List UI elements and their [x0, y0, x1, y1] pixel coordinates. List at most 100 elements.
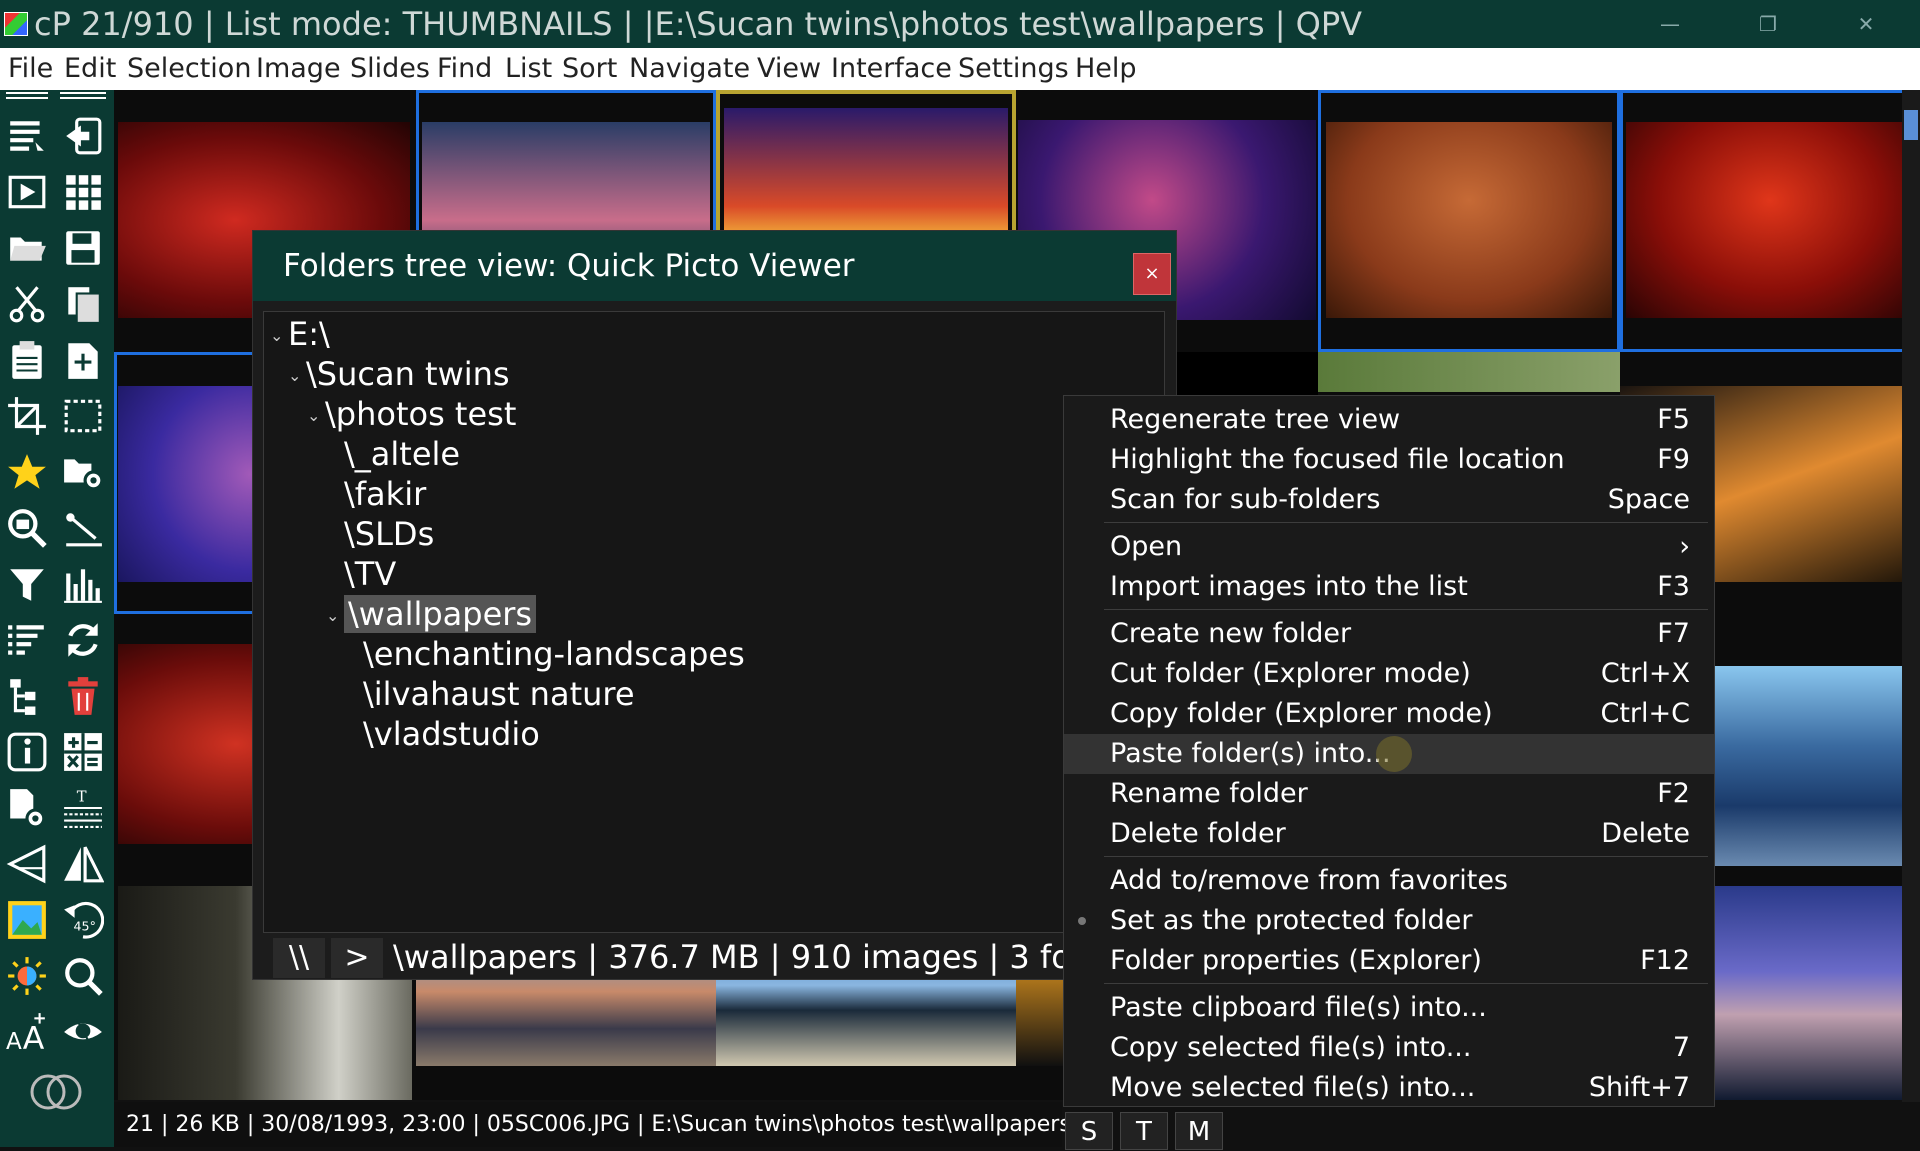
menu-selection[interactable]: Selection: [127, 48, 251, 90]
circles-icon[interactable]: [26, 1068, 86, 1116]
chevron-down-icon[interactable]: ⌄: [326, 596, 344, 636]
menu-item-folder-properties[interactable]: Folder properties (Explorer) F12: [1064, 941, 1714, 981]
new-file-icon[interactable]: [59, 336, 107, 384]
calculator-icon[interactable]: [59, 728, 107, 776]
color-image-icon[interactable]: [3, 896, 51, 944]
tree-node[interactable]: \fakir: [344, 474, 426, 514]
slideshow-icon[interactable]: [3, 168, 51, 216]
rotate-45-icon[interactable]: 45°: [59, 896, 107, 944]
histogram-icon[interactable]: [59, 560, 107, 608]
folder-settings-icon[interactable]: [59, 448, 107, 496]
chevron-down-icon[interactable]: ⌄: [288, 356, 306, 396]
chevron-down-icon[interactable]: ⌄: [270, 316, 288, 356]
crop-icon[interactable]: [3, 392, 51, 440]
dialog-header: Folders tree view: Quick Picto Viewer ×: [253, 231, 1176, 301]
menu-separator: [1104, 983, 1708, 984]
file-settings-icon[interactable]: [3, 784, 51, 832]
menu-file[interactable]: File: [8, 48, 53, 90]
menu-item-rename-folder[interactable]: Rename folder F2: [1064, 774, 1714, 814]
scrollbar-thumb[interactable]: [1904, 110, 1918, 140]
menu-item-favorites[interactable]: Add to/remove from favorites: [1064, 861, 1714, 901]
folders-tree-dialog: Folders tree view: Quick Picto Viewer × …: [252, 230, 1177, 980]
search-icon[interactable]: [59, 952, 107, 1000]
menu-item-move-selected[interactable]: Move selected file(s) into... Shift+7: [1064, 1068, 1714, 1108]
menu-separator: [1104, 522, 1708, 523]
menu-slides[interactable]: Slides: [350, 48, 430, 90]
menu-item-regenerate-tree[interactable]: Regenerate tree view F5: [1064, 400, 1714, 440]
zoom-image-icon[interactable]: [3, 504, 51, 552]
minimize-button[interactable]: —: [1630, 0, 1710, 48]
menu-help[interactable]: Help: [1075, 48, 1137, 90]
star-icon[interactable]: [3, 448, 51, 496]
selection-icon[interactable]: [59, 392, 107, 440]
tree-node[interactable]: \SLDs: [344, 514, 434, 554]
next-folder-button[interactable]: >: [331, 938, 383, 978]
menu-item-import-images[interactable]: Import images into the list F3: [1064, 567, 1714, 607]
font-size-icon[interactable]: AA: [3, 1008, 51, 1056]
title-bar: cP 21/910 | List mode: THUMBNAILS | |E:\…: [0, 0, 1920, 48]
thumbnail-cell[interactable]: [1318, 90, 1620, 352]
menu-sort[interactable]: Sort: [562, 48, 617, 90]
menu-item-highlight-focused[interactable]: Highlight the focused file location F9: [1064, 440, 1714, 480]
menu-item-delete-folder[interactable]: Delete folder Delete: [1064, 814, 1714, 854]
tree-node[interactable]: ⌄ E:\: [270, 314, 330, 354]
menu-image[interactable]: Image: [256, 48, 341, 90]
info-icon[interactable]: [3, 728, 51, 776]
tree-node[interactable]: ⌄ \photos test: [307, 394, 516, 434]
menu-item-protected-folder[interactable]: Set as the protected folder: [1064, 901, 1714, 941]
save-icon[interactable]: [59, 224, 107, 272]
menu-item-cut-folder[interactable]: Cut folder (Explorer mode) Ctrl+X: [1064, 654, 1714, 694]
tree-node[interactable]: ⌄ \Sucan twins: [288, 354, 510, 394]
menu-interface[interactable]: Interface: [831, 48, 952, 90]
menu-view[interactable]: View: [757, 48, 821, 90]
tree-node-selected[interactable]: ⌄ \wallpapers: [326, 594, 537, 636]
paste-icon[interactable]: [3, 336, 51, 384]
menu-list[interactable]: List: [505, 48, 552, 90]
cut-icon[interactable]: [3, 280, 51, 328]
menu-item-copy-selected[interactable]: Copy selected file(s) into... 7: [1064, 1028, 1714, 1068]
menu-item-copy-folder[interactable]: Copy folder (Explorer mode) Ctrl+C: [1064, 694, 1714, 734]
thumbnail-cell[interactable]: [1620, 90, 1920, 352]
folder-tree: ⌄ E:\ ⌄ \Sucan twins ⌄ \photos test \_altel…: [263, 311, 1165, 933]
list-menu-icon[interactable]: [3, 112, 51, 160]
open-folder-icon[interactable]: [3, 224, 51, 272]
grid-icon[interactable]: [59, 168, 107, 216]
eye-icon[interactable]: [59, 1008, 107, 1056]
tree-node[interactable]: \TV: [344, 554, 396, 594]
exit-icon[interactable]: [59, 112, 107, 160]
text-align-icon[interactable]: T: [59, 784, 107, 832]
sort-icon[interactable]: [3, 616, 51, 664]
menu-item-paste-clipboard[interactable]: Paste clipboard file(s) into...: [1064, 988, 1714, 1028]
tree-node[interactable]: \enchanting-landscapes: [363, 634, 745, 674]
menu-navigate[interactable]: Navigate: [629, 48, 750, 90]
menu-item-create-folder[interactable]: Create new folder F7: [1064, 614, 1714, 654]
folder-status-text: \wallpapers | 376.7 MB | 910 images | 3 …: [393, 938, 1100, 976]
brightness-icon[interactable]: [3, 952, 51, 1000]
tree-icon[interactable]: [3, 672, 51, 720]
dialog-close-button[interactable]: ×: [1133, 253, 1171, 295]
delete-icon[interactable]: [59, 672, 107, 720]
filter-icon[interactable]: [3, 560, 51, 608]
menu-item-open[interactable]: Open ›: [1064, 527, 1714, 567]
pen-icon[interactable]: [59, 504, 107, 552]
parent-folder-button[interactable]: \\: [273, 938, 325, 978]
tree-node[interactable]: \vladstudio: [363, 714, 540, 754]
tree-node[interactable]: \_altele: [344, 434, 460, 474]
copy-icon[interactable]: [59, 280, 107, 328]
flip-icon[interactable]: [3, 840, 51, 888]
menu-item-scan-subfolders[interactable]: Scan for sub-folders Space: [1064, 480, 1714, 520]
mirror-icon[interactable]: [59, 840, 107, 888]
tree-node[interactable]: \ilvahaust nature: [363, 674, 635, 714]
mode-button-t[interactable]: T: [1120, 1112, 1168, 1150]
chevron-down-icon[interactable]: ⌄: [307, 396, 325, 436]
menu-find[interactable]: Find: [437, 48, 492, 90]
mode-button-s[interactable]: S: [1065, 1112, 1113, 1150]
maximize-button[interactable]: ❐: [1728, 0, 1808, 48]
mode-button-m[interactable]: M: [1175, 1112, 1223, 1150]
refresh-icon[interactable]: [59, 616, 107, 664]
menu-item-paste-folder[interactable]: Paste folder(s) into...: [1064, 734, 1714, 774]
vertical-scrollbar[interactable]: [1902, 90, 1920, 1102]
menu-settings[interactable]: Settings: [958, 48, 1069, 90]
menu-edit[interactable]: Edit: [64, 48, 116, 90]
close-button[interactable]: ✕: [1826, 0, 1906, 48]
